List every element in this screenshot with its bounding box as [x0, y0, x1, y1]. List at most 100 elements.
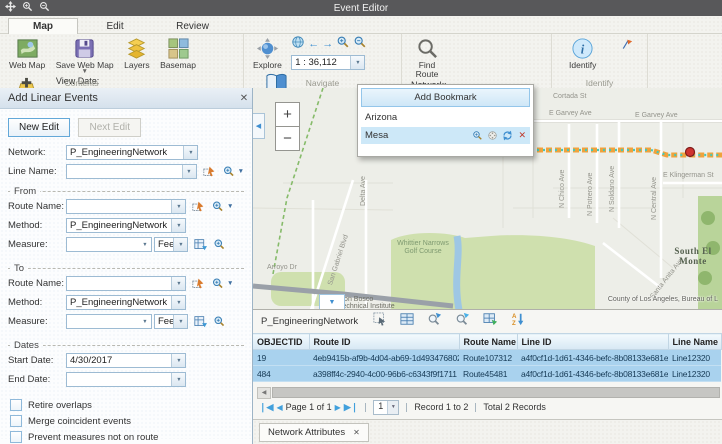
to-measure-input[interactable] [66, 314, 152, 329]
switch-selection-icon[interactable] [483, 312, 498, 331]
zoom-out-map-icon[interactable] [353, 35, 367, 54]
sort-icon[interactable]: AZ [511, 312, 526, 331]
column-header[interactable]: OBJECTID [253, 334, 309, 350]
last-page-icon[interactable]: ▶❘ [344, 402, 358, 413]
tab-edit[interactable]: Edit [82, 19, 147, 35]
pin-icon[interactable] [620, 38, 633, 56]
from-measure-table-icon[interactable] [194, 238, 207, 251]
line-name-select[interactable] [66, 164, 197, 179]
collapse-table-arrow[interactable]: ▼ [319, 294, 345, 309]
from-measure-caret-icon[interactable] [138, 238, 151, 251]
scale-caret-icon[interactable] [350, 56, 364, 69]
next-page-icon[interactable]: ▶ [335, 403, 341, 412]
to-method-label: Method: [8, 297, 66, 308]
to-measure-table-icon[interactable] [194, 315, 207, 328]
column-header[interactable]: Route ID [309, 334, 459, 350]
zoom-to-selection-icon[interactable] [427, 312, 442, 331]
from-route-name-label: Route Name: [8, 201, 66, 212]
ribbon-group-contents: Web Map Save Web Map ▼ Layers Basemap Ad… [0, 34, 244, 88]
delete-bookmark-icon[interactable] [518, 130, 526, 141]
select-line-on-map-icon[interactable] [203, 165, 216, 178]
pan-to-selection-icon[interactable] [455, 312, 470, 331]
update-bookmark-icon[interactable] [502, 130, 513, 141]
network-select[interactable]: P_EngineeringNetwork [66, 145, 198, 160]
scrollbar-thumb[interactable] [272, 387, 720, 398]
identify-button[interactable]: i Identify [566, 36, 599, 71]
web-map-icon [16, 37, 39, 60]
table-row[interactable]: 484 a398ff4c-2940-4c00-96b6-c6343f9f1711… [253, 366, 721, 382]
select-records-icon[interactable] [373, 312, 387, 331]
zoom-to-bookmark-icon[interactable] [472, 130, 483, 141]
to-select-route-on-map-icon[interactable] [192, 277, 205, 290]
start-date-select[interactable]: 4/30/2017 [66, 353, 186, 368]
previous-page-icon[interactable]: ◀ [276, 403, 282, 412]
zoom-in-map-icon[interactable] [336, 35, 350, 54]
merge-coincident-checkbox[interactable] [10, 415, 22, 427]
add-bookmark-button[interactable]: Add Bookmark [361, 88, 530, 107]
golf-course-label: Whittier Narrows Golf Course [395, 240, 451, 255]
column-header[interactable]: Line Name [668, 334, 721, 350]
from-select-route-on-map-icon[interactable] [192, 200, 205, 213]
map-zoom-out-button[interactable]: − [275, 126, 300, 151]
table-row[interactable]: 19 4eb9415b-af9b-4d04-ab69-1d493476802b … [253, 350, 721, 366]
prevent-measures-checkbox[interactable] [10, 431, 22, 443]
save-web-map-caret-icon: ▼ [81, 70, 87, 74]
to-units-select[interactable]: Feet [154, 314, 188, 329]
from-method-caret-icon[interactable] [171, 219, 185, 232]
to-method-select[interactable]: P_EngineeringNetwork [66, 295, 186, 310]
to-route-zoom-menu-icon[interactable]: ▼ [211, 277, 233, 290]
map-scale-select[interactable]: 1 : 36,112 [291, 55, 365, 70]
scroll-left-icon[interactable]: ◀ [257, 387, 271, 399]
to-measure-caret-icon[interactable] [138, 315, 151, 328]
end-date-caret-icon[interactable] [171, 373, 185, 386]
basemap-button[interactable]: Basemap [157, 36, 199, 71]
table-horizontal-scrollbar[interactable]: ◀ [257, 387, 720, 398]
retire-overlaps-checkbox[interactable] [10, 399, 22, 411]
explore-button[interactable]: Explore [250, 36, 285, 71]
svg-text:A: A [512, 313, 517, 320]
from-route-name-select[interactable] [66, 199, 186, 214]
panel-close-icon[interactable] [236, 93, 252, 104]
tab-review[interactable]: Review [152, 19, 233, 35]
to-measure-zoom-icon[interactable] [213, 315, 226, 328]
bookmark-item-arizona[interactable]: Arizona [361, 110, 530, 127]
collapse-panel-arrow[interactable]: ◀ [253, 113, 265, 139]
web-map-button[interactable]: Web Map [6, 36, 48, 71]
next-edit-button[interactable]: Next Edit [78, 118, 141, 137]
first-page-icon[interactable]: ❘◀ [259, 402, 273, 413]
column-header[interactable]: Route Name [459, 334, 517, 350]
network-caret-icon[interactable] [183, 146, 197, 159]
attribute-table-icon[interactable] [400, 312, 414, 331]
next-extent-icon[interactable]: → [322, 38, 333, 50]
end-date-select[interactable] [66, 372, 186, 387]
page-number-select[interactable]: 1 [373, 400, 399, 415]
from-units-select[interactable]: Feet [154, 237, 188, 252]
line-name-caret-icon[interactable] [182, 165, 196, 178]
from-measure-input[interactable] [66, 237, 152, 252]
from-route-caret-icon[interactable] [171, 200, 185, 213]
map-zoom-in-button[interactable]: + [275, 102, 300, 127]
full-extent-icon[interactable] [291, 35, 305, 54]
column-header[interactable]: Line ID [517, 334, 668, 350]
to-units-caret-icon[interactable] [173, 315, 187, 328]
new-edit-button[interactable]: New Edit [8, 118, 70, 137]
to-route-caret-icon[interactable] [171, 277, 185, 290]
cell: 484 [253, 366, 309, 382]
from-measure-zoom-icon[interactable] [213, 238, 226, 251]
from-units-caret-icon[interactable] [173, 238, 187, 251]
from-route-zoom-menu-icon[interactable]: ▼ [211, 200, 233, 213]
page-select-caret-icon[interactable] [387, 401, 398, 414]
find-route-button[interactable]: Find Route [408, 36, 446, 80]
tab-network-attributes[interactable]: Network Attributes [259, 423, 369, 442]
start-date-caret-icon[interactable] [171, 354, 185, 367]
bookmark-item-mesa[interactable]: Mesa [361, 127, 530, 144]
layers-button[interactable]: Layers [121, 36, 153, 71]
from-method-select[interactable]: P_EngineeringNetwork [66, 218, 186, 233]
to-method-caret-icon[interactable] [171, 296, 185, 309]
previous-extent-icon[interactable]: ← [308, 38, 319, 50]
to-route-name-select[interactable] [66, 276, 186, 291]
line-zoom-menu-icon[interactable]: ▼ [222, 165, 244, 178]
save-web-map-button[interactable]: Save Web Map ▼ [53, 36, 117, 75]
pan-to-bookmark-icon[interactable] [487, 130, 498, 141]
tab-close-icon[interactable] [353, 428, 360, 437]
